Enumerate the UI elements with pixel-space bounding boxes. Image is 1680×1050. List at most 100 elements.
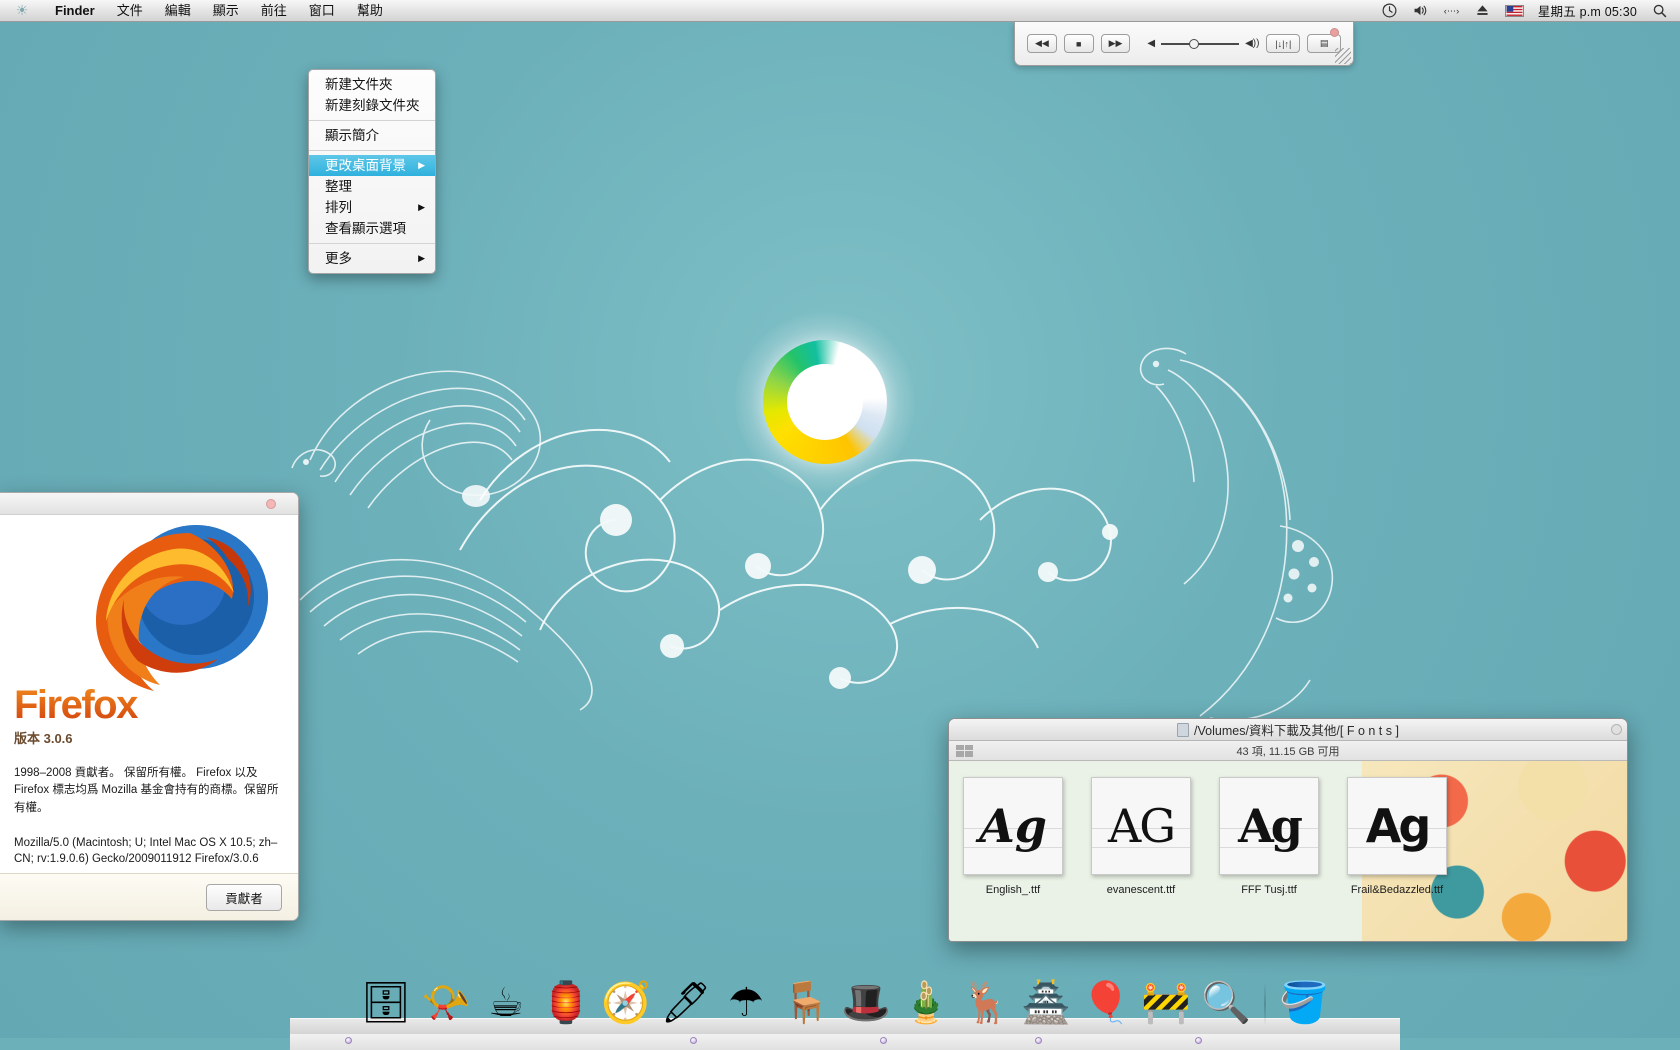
volume-slider-knob[interactable]: [1189, 38, 1200, 49]
desktop-context-menu[interactable]: 新建文件夾 新建刻錄文件夾 顯示簡介 更改桌面背景 ▶ 整理 排列 ▶ 查看顯示…: [308, 69, 436, 274]
volume-icon[interactable]: [1412, 2, 1429, 19]
magnifier-icon: 🔍: [1201, 981, 1251, 1025]
dock-item-armchair[interactable]: 🪑: [778, 974, 834, 1030]
chevron-right-icon: ▶: [418, 160, 425, 170]
chevron-right-icon: ▶: [418, 253, 425, 263]
apple-menu-icon[interactable]: ☀: [0, 2, 44, 19]
resize-grip-icon[interactable]: [1335, 48, 1351, 64]
context-menu-item-show-view-options[interactable]: 查看顯示選項: [309, 218, 435, 239]
menu-item-go[interactable]: 前往: [250, 0, 298, 22]
eject-icon[interactable]: [1474, 2, 1491, 19]
finder-file-item[interactable]: Ag Frail&Bedazzled.ttf: [1345, 777, 1449, 896]
menu-item-finder[interactable]: Finder: [44, 0, 106, 22]
search-icon[interactable]: [1651, 2, 1668, 19]
firefox-about-body: Firefox 版本 3.0.6 1998–2008 貢獻者。 保留所有權。 F…: [0, 515, 298, 868]
volume-slider[interactable]: ◀ ◀)): [1147, 38, 1259, 49]
finder-file-item[interactable]: Ag FFF Tusj.ttf: [1217, 777, 1321, 896]
dock[interactable]: 🗄 📯 ☕ 🏮 🧭 🖊 ☂ 🪑 🎩 🎍 🦌 🏯 🎈 🚧 🔍 🪣: [290, 972, 1400, 1050]
context-menu-item-get-info[interactable]: 顯示簡介: [309, 125, 435, 146]
menu-item-view[interactable]: 顯示: [202, 0, 250, 22]
tophat-icon: 🎩: [841, 981, 891, 1025]
stop-button[interactable]: ■: [1063, 34, 1094, 53]
menu-item-window[interactable]: 窗口: [298, 0, 346, 22]
context-menu-item-change-desktop-background[interactable]: 更改桌面背景 ▶: [309, 155, 435, 176]
bookshelf-icon: 🗄: [360, 981, 412, 1025]
finder-file-name: FFF Tusj.ttf: [1241, 884, 1297, 896]
volume-high-icon: ◀)): [1245, 38, 1260, 49]
firefox-about-window[interactable]: Firefox 版本 3.0.6 1998–2008 貢獻者。 保留所有權。 F…: [0, 492, 299, 921]
finder-window-fonts[interactable]: /Volumes/資料下載及其他/[ F o n t s ] 43 項, 11.…: [948, 718, 1628, 942]
firefox-useragent-text: Mozilla/5.0 (Macintosh; U; Intel Mac OS …: [14, 836, 278, 866]
menu-item-edit[interactable]: 編輯: [154, 0, 202, 22]
bluetooth-icon[interactable]: ‹⋯›: [1443, 2, 1460, 19]
volume-low-icon: ◀: [1147, 38, 1156, 49]
next-button[interactable]: ▶▶: [1100, 34, 1131, 53]
dock-item-bamboo[interactable]: 🎍: [898, 974, 954, 1030]
running-dot: [345, 1037, 352, 1044]
finder-toolbar[interactable]: 43 項, 11.15 GB 可用: [949, 741, 1627, 761]
chevron-right-icon: ▶: [418, 202, 425, 212]
dock-item-vlc[interactable]: 🚧: [1138, 974, 1194, 1030]
firefox-wordmark: Firefox: [14, 685, 284, 725]
close-icon[interactable]: [1330, 28, 1339, 37]
dock-item-bucket[interactable]: 🪣: [1276, 974, 1332, 1030]
balloon-icon: 🎈: [1081, 981, 1131, 1025]
running-dot: [1035, 1037, 1042, 1044]
context-menu-item-more[interactable]: 更多 ▶: [309, 248, 435, 269]
finder-file-name: Frail&Bedazzled.ttf: [1350, 884, 1444, 896]
dock-item-photoshop[interactable]: 🖊: [658, 974, 714, 1030]
samurai-helmet-icon: 🏯: [1021, 981, 1071, 1025]
context-menu-item-clean-up[interactable]: 整理: [309, 176, 435, 197]
bucket-icon: 🪣: [1279, 981, 1329, 1025]
dock-item-samurai-helmet[interactable]: 🏯: [1018, 974, 1074, 1030]
running-dot: [880, 1037, 887, 1044]
context-menu-item-label: 排列: [325, 200, 352, 215]
menu-bar-clock[interactable]: 星期五 p.m 05:30: [1538, 1, 1637, 20]
dock-item-umbrella[interactable]: ☂: [718, 974, 774, 1030]
finder-file-name: English_.ttf: [985, 884, 1041, 896]
font-preview-thumbnail[interactable]: Ag: [963, 777, 1063, 875]
font-sample-text: Ag: [1365, 799, 1432, 853]
font-preview-thumbnail[interactable]: AG: [1091, 777, 1191, 875]
finder-file-item[interactable]: Ag English_.ttf: [961, 777, 1065, 896]
dock-item-magnifier[interactable]: 🔍: [1198, 974, 1254, 1030]
dock-item-tophat[interactable]: 🎩: [838, 974, 894, 1030]
previous-button[interactable]: ◀◀: [1027, 34, 1057, 53]
firefox-copyright-text: 1998–2008 貢獻者。 保留所有權。 Firefox 以及 Firefox…: [14, 767, 279, 814]
color-wheel-graphic: [735, 312, 915, 492]
finder-file-item[interactable]: AG evanescent.ttf: [1089, 777, 1193, 896]
context-menu-item-new-folder[interactable]: 新建文件夾: [309, 74, 435, 95]
resize-icon[interactable]: [1611, 724, 1622, 735]
dock-item-bookshelf[interactable]: 🗄: [358, 974, 414, 1030]
itunes-mini-player[interactable]: ◀◀ ■ ▶▶ ◀ ◀)) |↓|↑| ▤: [1014, 22, 1354, 66]
time-machine-icon[interactable]: [1381, 2, 1398, 19]
font-sample-text: Ag: [979, 799, 1047, 853]
context-menu-item-arrange-by[interactable]: 排列 ▶: [309, 197, 435, 218]
umbrella-icon: ☂: [728, 981, 764, 1025]
dock-item-gramophone[interactable]: 📯: [418, 974, 474, 1030]
contributors-button[interactable]: 貢獻者: [206, 884, 282, 911]
dock-item-chopper[interactable]: 🦌: [958, 974, 1014, 1030]
context-menu-item-new-burn-folder[interactable]: 新建刻錄文件夾: [309, 95, 435, 116]
bamboo-icon: 🎍: [901, 981, 951, 1025]
volume-slider-track[interactable]: [1161, 38, 1240, 49]
vlc-cone-icon: 🚧: [1141, 981, 1191, 1025]
finder-content-area[interactable]: Ag English_.ttf AG evanescent.ttf Ag FFF…: [949, 761, 1627, 941]
font-preview-thumbnail[interactable]: Ag: [1347, 777, 1447, 875]
running-dot: [690, 1037, 697, 1044]
equalizer-button[interactable]: |↓|↑|: [1266, 34, 1301, 53]
finder-file-name: evanescent.ttf: [1106, 884, 1176, 896]
dock-separator: [1264, 982, 1266, 1026]
font-preview-thumbnail[interactable]: Ag: [1219, 777, 1319, 875]
finder-titlebar[interactable]: /Volumes/資料下載及其他/[ F o n t s ]: [949, 719, 1627, 741]
teacup-icon: ☕: [488, 981, 524, 1025]
firefox-version: 版本 3.0.6: [14, 731, 73, 746]
dock-item-compass[interactable]: 🧭: [598, 974, 654, 1030]
dock-item-lamp[interactable]: 🏮: [538, 974, 594, 1030]
menu-item-file[interactable]: 文件: [106, 0, 154, 22]
us-flag-icon[interactable]: [1504, 4, 1524, 17]
dock-item-balloon[interactable]: 🎈: [1078, 974, 1134, 1030]
dock-item-teacup[interactable]: ☕: [478, 974, 534, 1030]
gramophone-icon: 📯: [421, 981, 471, 1025]
menu-item-help[interactable]: 幫助: [346, 0, 394, 22]
